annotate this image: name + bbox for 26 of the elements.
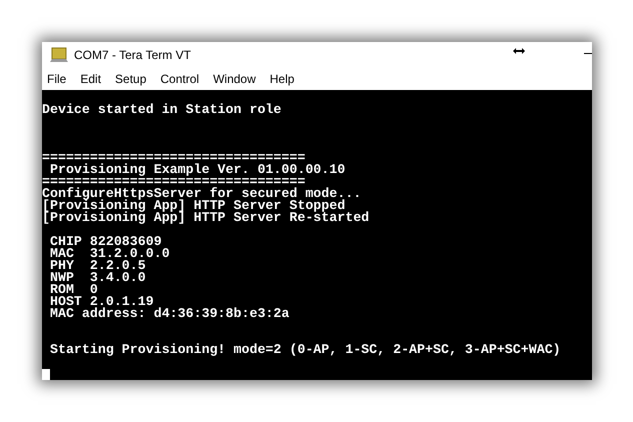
app-icon: [50, 47, 68, 63]
terminal-line: ConfigureHttpsServer for secured mode...: [42, 188, 362, 200]
window-title: COM7 - Tera Term VT: [74, 47, 191, 64]
terminal-line: Provisioning Example Ver. 01.00.00.10: [48, 164, 346, 176]
cursor-icon: [513, 47, 525, 55]
menu-item[interactable]: Setup: [115, 70, 146, 88]
menu-item[interactable]: Help: [270, 70, 294, 88]
text-cursor: [42, 369, 50, 380]
menu-item[interactable]: File: [47, 70, 66, 88]
terminal-line: Starting Provisioning! mode=2 (0-AP, 1-SC, 2-AP+SC, 3-AP+SC+WAC): [48, 344, 561, 356]
minimize-icon[interactable]: [584, 53, 592, 55]
menu-item[interactable]: Control: [160, 70, 200, 88]
terminal-line: NWP 3.4.0.0: [48, 272, 146, 284]
menu-item[interactable]: Edit: [80, 70, 102, 88]
terminal-line: MAC 31.2.0.0.0: [48, 248, 170, 260]
terminal-line: HOST 2.0.1.19: [48, 296, 154, 308]
terminal-line: PHY 2.2.0.5: [48, 260, 146, 272]
terminal-line: CHIP 822083609: [48, 236, 162, 248]
terminal-line: =================================: [42, 152, 306, 164]
terminal-line: [Provisioning App] HTTP Server Re-started: [42, 212, 370, 224]
terminal-line: Device started in Station role: [42, 104, 282, 116]
menu-item[interactable]: Window: [213, 70, 256, 88]
terminal-line: =================================: [42, 176, 306, 188]
terminal-line: ROM 0: [48, 284, 98, 296]
terminal-line: MAC address: d4:36:39:8b:e3:2a: [48, 308, 290, 320]
terminal-line: [Provisioning App] HTTP Server Stopped: [42, 200, 346, 212]
